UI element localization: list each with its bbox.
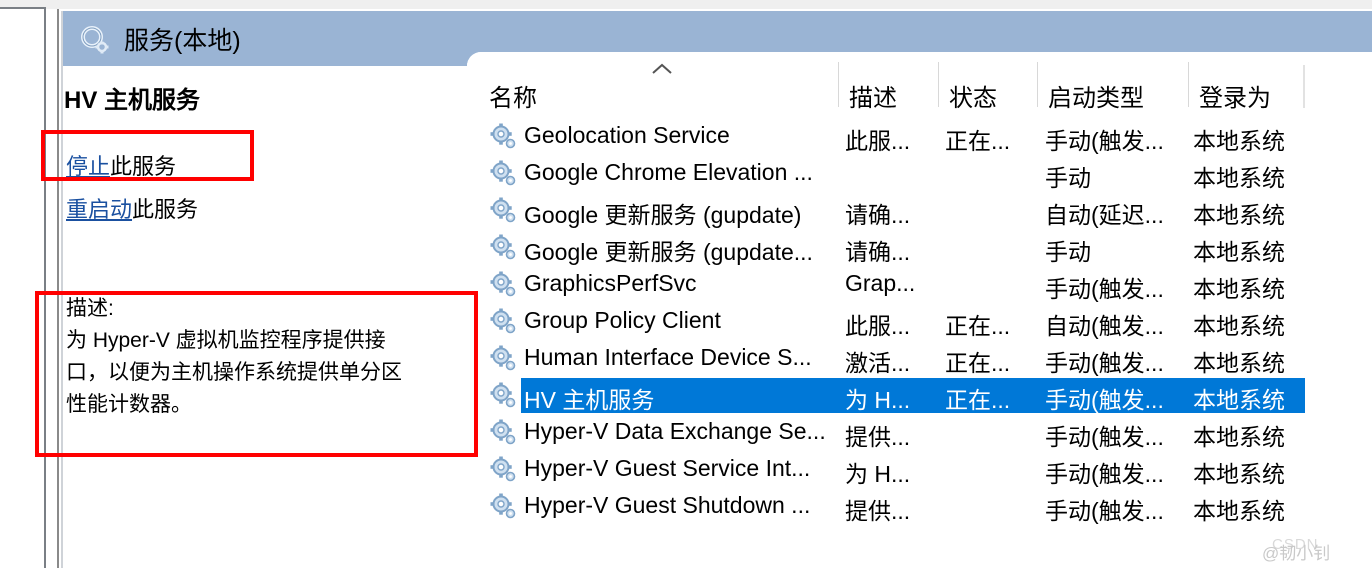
cell-startup-type: 手动(触发... — [1045, 461, 1164, 487]
cell-name: GraphicsPerfSvc — [524, 270, 697, 296]
cell-state: 正在... — [945, 313, 1011, 339]
cell-log-on-as: 本地系统 — [1193, 313, 1285, 339]
cell-startup-type: 手动(触发... — [1045, 350, 1164, 376]
column-header-state[interactable]: 状态 — [949, 78, 997, 113]
cell-log-on-as: 本地系统 — [1193, 387, 1285, 413]
cell-state: 正在... — [945, 387, 1011, 413]
cell-state: 正在... — [945, 128, 1011, 154]
table-row[interactable]: HV 主机服务 为 H... 正在... 手动(触发... 本地系统 — [467, 377, 1372, 414]
table-row[interactable]: Google 更新服务 (gupdate... 请确... 手动 本地系统 — [467, 229, 1372, 266]
column-divider[interactable] — [1303, 65, 1305, 108]
cell-description: 提供... — [845, 498, 911, 524]
service-gear-icon — [490, 419, 516, 445]
service-gear-icon — [490, 382, 516, 408]
column-divider[interactable] — [1188, 62, 1189, 107]
cell-log-on-as: 本地系统 — [1193, 165, 1285, 191]
column-header-logon[interactable]: 登录为 — [1199, 78, 1271, 113]
cell-log-on-as: 本地系统 — [1193, 461, 1285, 487]
service-gear-icon — [490, 493, 516, 519]
cell-log-on-as: 本地系统 — [1193, 239, 1285, 265]
service-gear-icon — [490, 271, 516, 297]
service-gear-icon — [490, 308, 516, 334]
cell-log-on-as: 本地系统 — [1193, 128, 1285, 154]
cell-description: 为 H... — [845, 387, 911, 413]
window-title: 服务(本地) — [124, 27, 241, 55]
cell-description: 激活... — [845, 350, 911, 376]
cell-startup-type: 手动(触发... — [1045, 276, 1164, 302]
annotation-box-stop-service — [41, 130, 254, 181]
cell-name: Google Chrome Elevation ... — [524, 159, 813, 185]
cell-log-on-as: 本地系统 — [1193, 202, 1285, 228]
cell-description: 为 H... — [845, 461, 911, 487]
restart-service-suffix: 此服务 — [132, 197, 199, 222]
caret-up-icon — [652, 63, 672, 74]
cell-name: HV 主机服务 — [524, 387, 655, 413]
table-row[interactable]: Group Policy Client 此服... 正在... 自动(触发... 本地系… — [467, 303, 1372, 340]
cell-startup-type: 手动 — [1045, 165, 1091, 191]
cell-name: Google 更新服务 (gupdate) — [524, 202, 802, 228]
watermark: @韧小钊 — [1262, 544, 1331, 563]
cell-description: Grap... — [845, 270, 916, 296]
page-title: HV 主机服务 — [64, 87, 201, 114]
cell-description: 请确... — [845, 239, 911, 265]
cell-startup-type: 手动(触发... — [1045, 387, 1164, 413]
column-header-start[interactable]: 启动类型 — [1048, 78, 1144, 113]
table-row[interactable]: Hyper-V Guest Service Int... 为 H... 手动(触发.… — [467, 451, 1372, 488]
cell-startup-type: 自动(延迟... — [1045, 202, 1164, 228]
table-row[interactable]: GraphicsPerfSvc Grap... 手动(触发... 本地系统 — [467, 266, 1372, 303]
cell-description: 此服... — [845, 313, 911, 339]
column-divider[interactable] — [838, 62, 839, 107]
table-row[interactable]: Geolocation Service 此服... 正在... 手动(触发... 本地系… — [467, 118, 1372, 155]
column-divider[interactable] — [1037, 62, 1038, 107]
service-gear-icon — [490, 197, 516, 223]
cell-name: Hyper-V Guest Shutdown ... — [524, 492, 811, 518]
table-row[interactable]: Hyper-V Data Exchange Se... 提供... 手动(触发...… — [467, 414, 1372, 451]
column-header-name[interactable]: 名称 — [489, 78, 537, 113]
service-gear-icon — [490, 456, 516, 482]
cell-name: Geolocation Service — [524, 122, 730, 148]
table-row[interactable]: Human Interface Device S... 激活... 正在... 手动(… — [467, 340, 1372, 377]
cell-description: 请确... — [845, 202, 911, 228]
service-gear-icon — [490, 123, 516, 149]
cell-startup-type: 手动 — [1045, 239, 1091, 265]
cell-startup-type: 手动(触发... — [1045, 128, 1164, 154]
cell-name: Human Interface Device S... — [524, 344, 812, 370]
cell-log-on-as: 本地系统 — [1193, 276, 1285, 302]
cell-startup-type: 自动(触发... — [1045, 313, 1164, 339]
column-divider[interactable] — [938, 62, 939, 107]
cell-name: Group Policy Client — [524, 307, 721, 333]
service-gear-icon — [490, 345, 516, 371]
table-row[interactable]: Google Chrome Elevation ... 手动 本地系统 — [467, 155, 1372, 192]
cell-name: Google 更新服务 (gupdate... — [524, 239, 813, 265]
cell-startup-type: 手动(触发... — [1045, 498, 1164, 524]
table-row[interactable]: Hyper-V Guest Shutdown ... 提供... 手动(触发... 本… — [467, 488, 1372, 525]
restart-service-action[interactable]: 重启动此服务 — [66, 196, 198, 224]
screenshot-root: 服务(本地) HV 主机服务 停止此服务 重启动此服务 描述: 为 Hyper-… — [0, 0, 1372, 568]
services-gear-icon — [81, 26, 109, 54]
desktop-top-strip — [0, 0, 1372, 9]
cell-name: Hyper-V Data Exchange Se... — [524, 418, 826, 444]
cell-description: 提供... — [845, 424, 911, 450]
table-row[interactable]: Google 更新服务 (gupdate) 请确... 自动(延迟... 本地系统 — [467, 192, 1372, 229]
restart-service-link[interactable]: 重启动 — [66, 197, 132, 222]
service-gear-icon — [490, 234, 516, 260]
cell-log-on-as: 本地系统 — [1193, 350, 1285, 376]
left-outer-panel — [0, 9, 46, 568]
column-header-desc[interactable]: 描述 — [849, 78, 897, 113]
cell-description: 此服... — [845, 128, 911, 154]
cell-startup-type: 手动(触发... — [1045, 424, 1164, 450]
cell-log-on-as: 本地系统 — [1193, 498, 1285, 524]
cell-state: 正在... — [945, 350, 1011, 376]
cell-log-on-as: 本地系统 — [1193, 424, 1285, 450]
cell-name: Hyper-V Guest Service Int... — [524, 455, 811, 481]
service-gear-icon — [490, 160, 516, 186]
annotation-box-description — [35, 291, 478, 457]
